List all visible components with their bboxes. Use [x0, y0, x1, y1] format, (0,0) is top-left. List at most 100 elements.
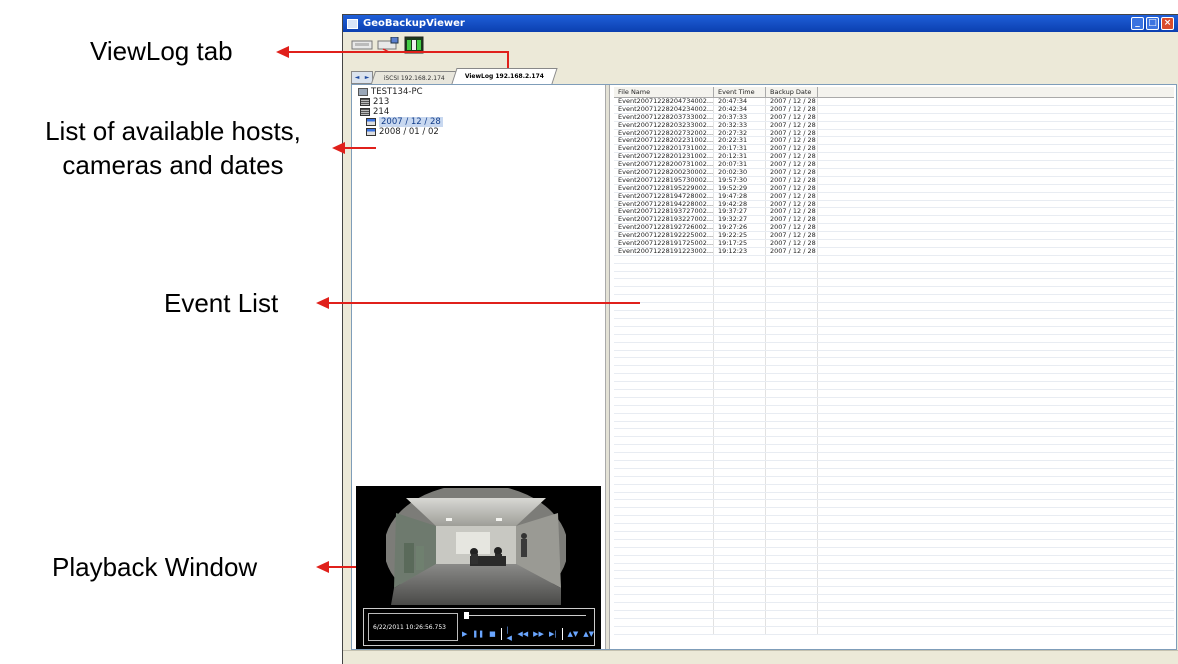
pane-splitter[interactable]: [605, 85, 610, 649]
table-row[interactable]: Event20071228193727002... 19:37:27 2007 / …: [614, 208, 1174, 217]
empty-cell: [766, 603, 818, 610]
empty-row: [614, 311, 1174, 319]
empty-cell: [714, 255, 766, 263]
event-time: 19:52:29: [714, 184, 766, 192]
empty-cell: [614, 358, 714, 366]
empty-cell: [818, 335, 1174, 342]
rewind-button[interactable]: ◀◀: [517, 630, 528, 638]
event-list-body: Event20071228204734002... 20:47:34 2007 / …: [614, 98, 1174, 647]
row-filler: [818, 224, 1174, 231]
disconnect-icon[interactable]: [377, 36, 399, 54]
table-row[interactable]: Event20071228191725002... 19:17:25 2007 / …: [614, 240, 1174, 248]
empty-row: [614, 579, 1174, 588]
table-row[interactable]: Event20071228192726002... 19:27:26 2007 / …: [614, 224, 1174, 233]
empty-cell: [714, 397, 766, 405]
empty-row: [614, 287, 1174, 296]
table-row[interactable]: Event20071228203733002... 20:37:33 2007 / …: [614, 113, 1174, 122]
table-row[interactable]: Event20071228202732002... 20:27:32 2007 / …: [614, 129, 1174, 138]
empty-cell: [766, 295, 818, 303]
tree-node-camera[interactable]: 213: [356, 97, 604, 107]
empty-cell: [614, 579, 714, 587]
table-row[interactable]: Event20071228192225002... 19:22:25 2007 / …: [614, 232, 1174, 241]
event-file-name: Event20071228203733002...: [614, 113, 714, 121]
event-time: 20:02:30: [714, 169, 766, 176]
empty-row: [614, 626, 1174, 635]
empty-row: [614, 429, 1174, 438]
event-time: 20:22:31: [714, 137, 766, 145]
table-row[interactable]: Event20071228201731002... 20:17:31 2007 / …: [614, 145, 1174, 154]
empty-cell: [818, 422, 1174, 429]
row-filler: [818, 145, 1174, 152]
empty-cell: [714, 263, 766, 271]
empty-cell: [614, 382, 714, 389]
playback-slider[interactable]: [466, 615, 586, 616]
column-header-backup-date[interactable]: Backup Date: [766, 87, 818, 97]
toolbar: [343, 32, 1178, 58]
maximize-button[interactable]: □: [1146, 17, 1159, 30]
event-time: 19:27:26: [714, 224, 766, 232]
fast-forward-button[interactable]: ▶▶: [533, 630, 544, 638]
table-row[interactable]: Event20071228204234002... 20:42:34 2007 / …: [614, 105, 1174, 114]
table-row[interactable]: Event20071228191223002... 19:12:23 2007 / …: [614, 247, 1174, 256]
row-filler: [818, 130, 1174, 137]
empty-cell: [818, 556, 1174, 563]
empty-row: [614, 342, 1174, 351]
empty-row: [614, 587, 1174, 596]
empty-cell: [614, 500, 714, 508]
tree-node-date[interactable]: 2007 / 12 / 28: [356, 117, 604, 127]
tree-node-host[interactable]: TEST134-PC: [356, 87, 604, 97]
tab-viewlog[interactable]: ViewLog 192.168.2.174: [451, 68, 558, 84]
first-frame-button[interactable]: |◀: [507, 626, 513, 642]
minimize-button[interactable]: _: [1131, 17, 1144, 30]
volume-stepper[interactable]: ▲▼: [583, 630, 594, 638]
tab-iscsi[interactable]: iSCSI 192.168.2.174: [370, 71, 459, 84]
table-row[interactable]: Event20071228204734002... 20:47:34 2007 / …: [614, 98, 1174, 106]
event-file-name: Event20071228195229002...: [614, 184, 714, 192]
speed-stepper[interactable]: ▲▼: [567, 630, 578, 638]
empty-cell: [714, 453, 766, 460]
table-row[interactable]: Event20071228193227002... 19:32:27 2007 / …: [614, 216, 1174, 225]
table-row[interactable]: Event20071228195730002... 19:57:30 2007 / …: [614, 176, 1174, 185]
table-row[interactable]: Event20071228194228002... 19:42:28 2007 / …: [614, 200, 1174, 209]
empty-cell: [766, 508, 818, 516]
empty-cell: [766, 303, 818, 311]
empty-cell: [766, 366, 818, 374]
column-header-event-time[interactable]: Event Time: [714, 87, 766, 97]
column-header-file-name[interactable]: File Name: [614, 87, 714, 97]
empty-row: [614, 255, 1174, 264]
empty-cell: [714, 508, 766, 516]
tab-scroll-right-button[interactable]: ►: [365, 74, 370, 81]
table-row[interactable]: Event20071228200230002... 20:02:30 2007 / …: [614, 169, 1174, 177]
play-button[interactable]: ▶: [462, 630, 467, 638]
last-frame-button[interactable]: ▶|: [549, 630, 557, 638]
empty-cell: [714, 531, 766, 539]
empty-cell: [714, 547, 766, 555]
empty-cell: [818, 619, 1174, 626]
empty-cell: [614, 429, 714, 437]
connect-icon[interactable]: [351, 36, 373, 54]
event-backup-date: 2007 / 12 / 28: [766, 129, 818, 137]
tab-scroll-left-button[interactable]: ◄: [355, 74, 360, 81]
annotation-host-list-line2: cameras and dates: [62, 150, 284, 180]
empty-cell: [818, 264, 1174, 271]
close-button[interactable]: ×: [1161, 17, 1174, 30]
table-row[interactable]: Event20071228203233002... 20:32:33 2007 / …: [614, 121, 1174, 130]
empty-cell: [614, 263, 714, 271]
table-row[interactable]: Event20071228202231002... 20:22:31 2007 / …: [614, 137, 1174, 146]
tree-node-date[interactable]: 2008 / 01 / 02: [356, 127, 604, 137]
empty-row: [614, 405, 1174, 414]
viewlog-icon[interactable]: [403, 36, 425, 54]
pause-button[interactable]: ❚❚: [472, 630, 484, 638]
empty-cell: [614, 405, 714, 413]
event-file-name: Event20071228193727002...: [614, 208, 714, 216]
event-time: 20:12:31: [714, 153, 766, 161]
tree-node-camera[interactable]: 214: [356, 107, 604, 117]
playback-slider-thumb[interactable]: [464, 612, 469, 619]
stop-button[interactable]: ■: [489, 630, 496, 638]
empty-cell: [714, 342, 766, 350]
table-row[interactable]: Event20071228201231002... 20:12:31 2007 / …: [614, 153, 1174, 162]
table-row[interactable]: Event20071228200731002... 20:07:31 2007 / …: [614, 161, 1174, 170]
table-row[interactable]: Event20071228194728002... 19:47:28 2007 / …: [614, 192, 1174, 201]
table-row[interactable]: Event20071228195229002... 19:52:29 2007 / …: [614, 184, 1174, 193]
empty-cell: [714, 618, 766, 626]
